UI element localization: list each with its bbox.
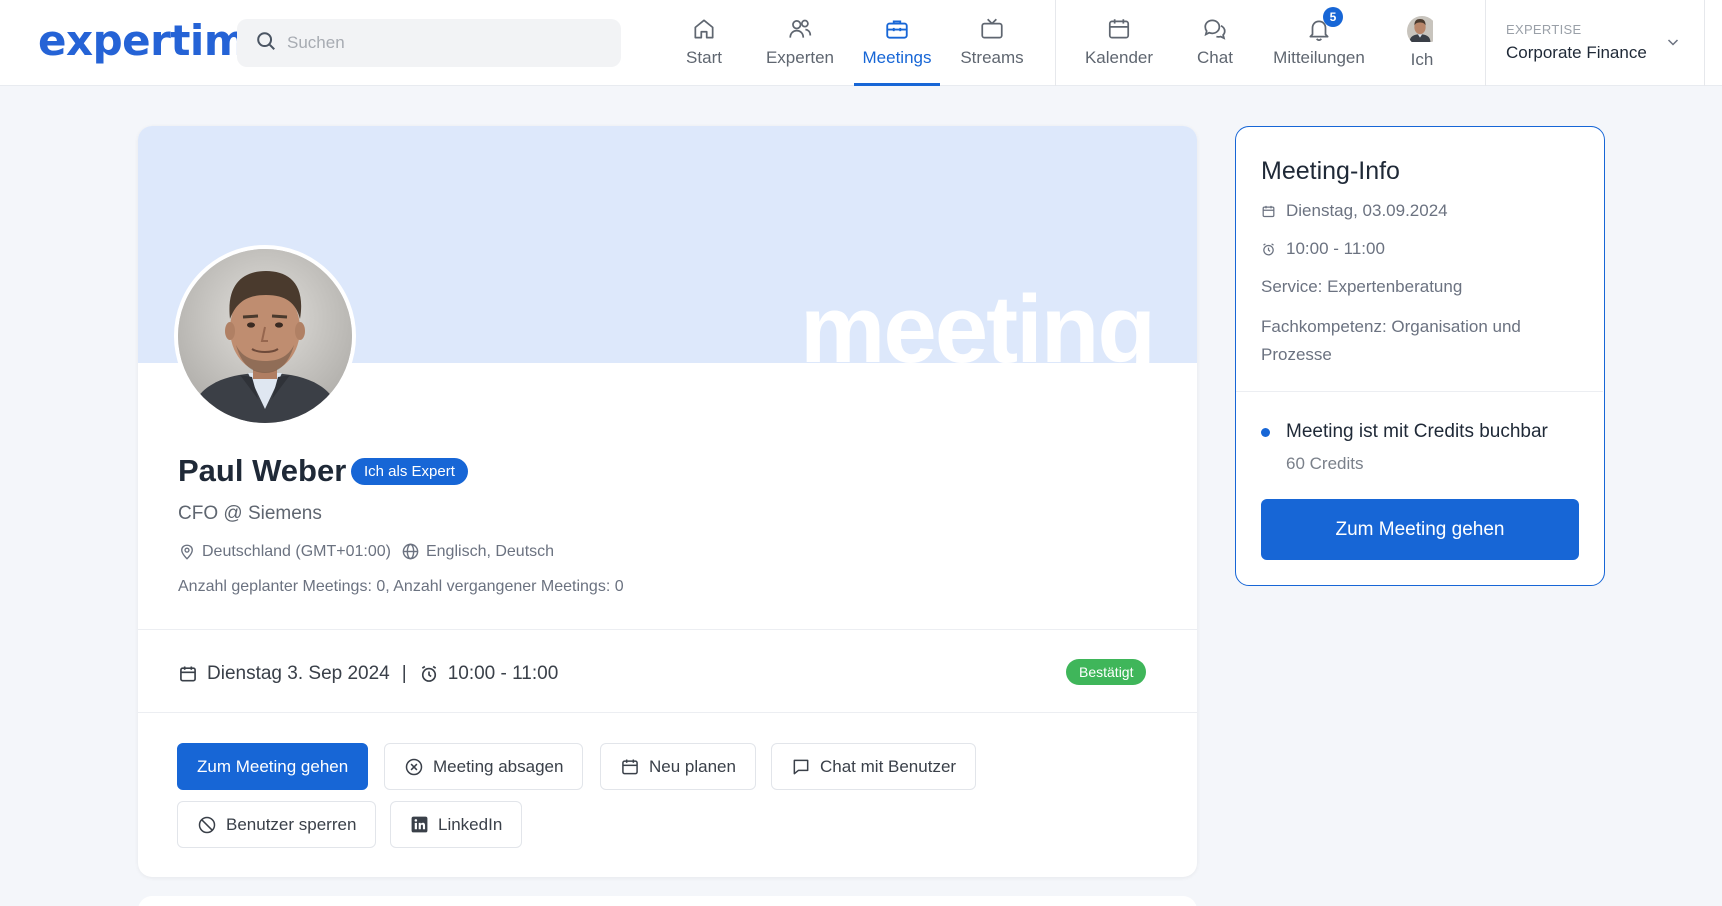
role-badge: Ich als Expert bbox=[351, 458, 468, 485]
status-badge: Bestätigt bbox=[1066, 659, 1147, 685]
expert-name: Paul Weber bbox=[178, 453, 347, 488]
next-card-peek bbox=[138, 896, 1197, 906]
expert-position: CFO @ Siemens bbox=[178, 503, 322, 524]
profile-photo bbox=[174, 245, 356, 427]
nav-ich-label: Ich bbox=[1410, 50, 1434, 69]
info-date: Dienstag, 03.09.2024 bbox=[1286, 201, 1448, 220]
bullet-dot-icon bbox=[1261, 427, 1270, 437]
home-icon bbox=[694, 19, 714, 39]
users-icon bbox=[789, 19, 812, 38]
info-time: 10:00 - 11:00 bbox=[1286, 239, 1385, 258]
meeting-detail-card: meeting Paul Weber Ich als Expert CFO @ … bbox=[138, 126, 1197, 877]
meeting-counts: Anzahl geplanter Meetings: 0, Anzahl ver… bbox=[178, 578, 624, 595]
nav-streams-label: Streams bbox=[960, 48, 1024, 67]
expert-meta: Deutschland (GMT+01:00) Englisch, Deutsc… bbox=[178, 542, 554, 561]
info-service: Service: Expertenberatung bbox=[1261, 277, 1463, 296]
calendar-icon bbox=[620, 757, 640, 777]
briefcase-icon bbox=[886, 20, 908, 39]
nav-experten-label: Experten bbox=[765, 48, 835, 67]
nav-meetings-label: Meetings bbox=[862, 48, 932, 67]
nav-ich[interactable]: Ich bbox=[1403, 0, 1441, 86]
calendar-icon bbox=[178, 664, 198, 684]
reschedule-button[interactable]: Neu planen bbox=[600, 743, 756, 790]
meeting-info-title: Meeting-Info bbox=[1261, 157, 1400, 185]
credits-amount: 60 Credits bbox=[1286, 454, 1364, 473]
expertise-value: Corporate Finance bbox=[1506, 43, 1647, 62]
expert-languages: Englisch, Deutsch bbox=[425, 542, 555, 560]
nav-chat[interactable]: Chat bbox=[1195, 0, 1235, 86]
x-circle-icon bbox=[404, 757, 424, 777]
location-pin-icon bbox=[178, 543, 196, 561]
meeting-date: Dienstag 3. Sep 2024 bbox=[207, 663, 390, 684]
nav-experten[interactable]: Experten bbox=[764, 0, 836, 86]
notification-count-badge: 5 bbox=[1323, 7, 1343, 27]
logo[interactable]: expertim. bbox=[38, 16, 263, 65]
nav-streams[interactable]: Streams bbox=[959, 0, 1025, 86]
nav-chat-label: Chat bbox=[1197, 48, 1233, 67]
search-bar[interactable] bbox=[237, 19, 621, 67]
credits-label: Meeting ist mit Credits buchbar bbox=[1286, 421, 1548, 442]
calendar-icon bbox=[1108, 19, 1130, 39]
tv-icon bbox=[981, 18, 1003, 39]
nav-meetings[interactable]: Meetings bbox=[854, 0, 940, 86]
info-time-row: 10:00 - 11:00 bbox=[1261, 239, 1385, 259]
globe-icon bbox=[401, 542, 420, 561]
alarm-clock-icon bbox=[1261, 242, 1276, 257]
expert-location: Deutschland (GMT+01:00) bbox=[202, 542, 391, 560]
nav-mitteilungen-label: Mitteilungen bbox=[1273, 48, 1365, 67]
nav-start[interactable]: Start bbox=[681, 0, 727, 86]
nav-kalender[interactable]: Kalender bbox=[1084, 0, 1154, 86]
linkedin-label: LinkedIn bbox=[438, 814, 503, 834]
join-meeting-button[interactable]: Zum Meeting gehen bbox=[177, 743, 369, 790]
block-user-label: Benutzer sperren bbox=[226, 814, 357, 834]
divider bbox=[1236, 391, 1603, 392]
user-avatar bbox=[1407, 16, 1437, 46]
credits-info: Meeting ist mit Credits buchbar bbox=[1261, 421, 1548, 443]
nav-divider bbox=[1704, 0, 1705, 86]
meeting-info-card: Meeting-Info Dienstag, 03.09.2024 10:00 … bbox=[1235, 126, 1605, 586]
search-input[interactable] bbox=[287, 33, 607, 53]
nav-start-label: Start bbox=[686, 48, 722, 67]
info-date-row: Dienstag, 03.09.2024 bbox=[1261, 201, 1448, 221]
banner-watermark-text: meeting bbox=[800, 276, 1156, 364]
chevron-down-icon[interactable] bbox=[1665, 34, 1681, 55]
block-user-button[interactable]: Benutzer sperren bbox=[177, 801, 377, 848]
chat-bubbles-icon bbox=[1204, 19, 1226, 40]
chat-with-user-label: Chat mit Benutzer bbox=[820, 756, 957, 776]
linkedin-icon bbox=[410, 815, 429, 834]
expertise-selector[interactable]: EXPERTISE Corporate Finance bbox=[1506, 22, 1647, 63]
search-icon bbox=[255, 30, 277, 57]
expertise-label: EXPERTISE bbox=[1506, 22, 1582, 37]
meeting-time: 10:00 - 11:00 bbox=[447, 663, 559, 684]
nav-kalender-label: Kalender bbox=[1084, 48, 1154, 67]
top-navigation-bar: expertim. Start Experten Meetings Stream… bbox=[0, 0, 1722, 86]
cancel-meeting-button[interactable]: Meeting absagen bbox=[384, 743, 584, 790]
divider bbox=[138, 629, 1197, 630]
nav-mitteilungen[interactable]: 5 Mitteilungen bbox=[1269, 0, 1369, 86]
cancel-meeting-label: Meeting absagen bbox=[433, 756, 564, 776]
chat-with-user-button[interactable]: Chat mit Benutzer bbox=[771, 743, 977, 790]
info-competence: Fachkompetenz: Organisation und Prozesse bbox=[1261, 317, 1521, 364]
meeting-datetime: Dienstag 3. Sep 2024 | 10:00 - 11:00 bbox=[178, 663, 558, 685]
nav-divider bbox=[1055, 0, 1056, 86]
linkedin-button[interactable]: LinkedIn bbox=[390, 801, 523, 848]
calendar-icon bbox=[1261, 204, 1276, 219]
nav-divider bbox=[1485, 0, 1486, 86]
alarm-clock-icon bbox=[419, 664, 439, 684]
message-square-icon bbox=[791, 757, 811, 777]
reschedule-label: Neu planen bbox=[649, 756, 736, 776]
divider bbox=[138, 712, 1197, 713]
info-join-meeting-button[interactable]: Zum Meeting gehen bbox=[1261, 499, 1579, 560]
ban-icon bbox=[197, 815, 217, 835]
